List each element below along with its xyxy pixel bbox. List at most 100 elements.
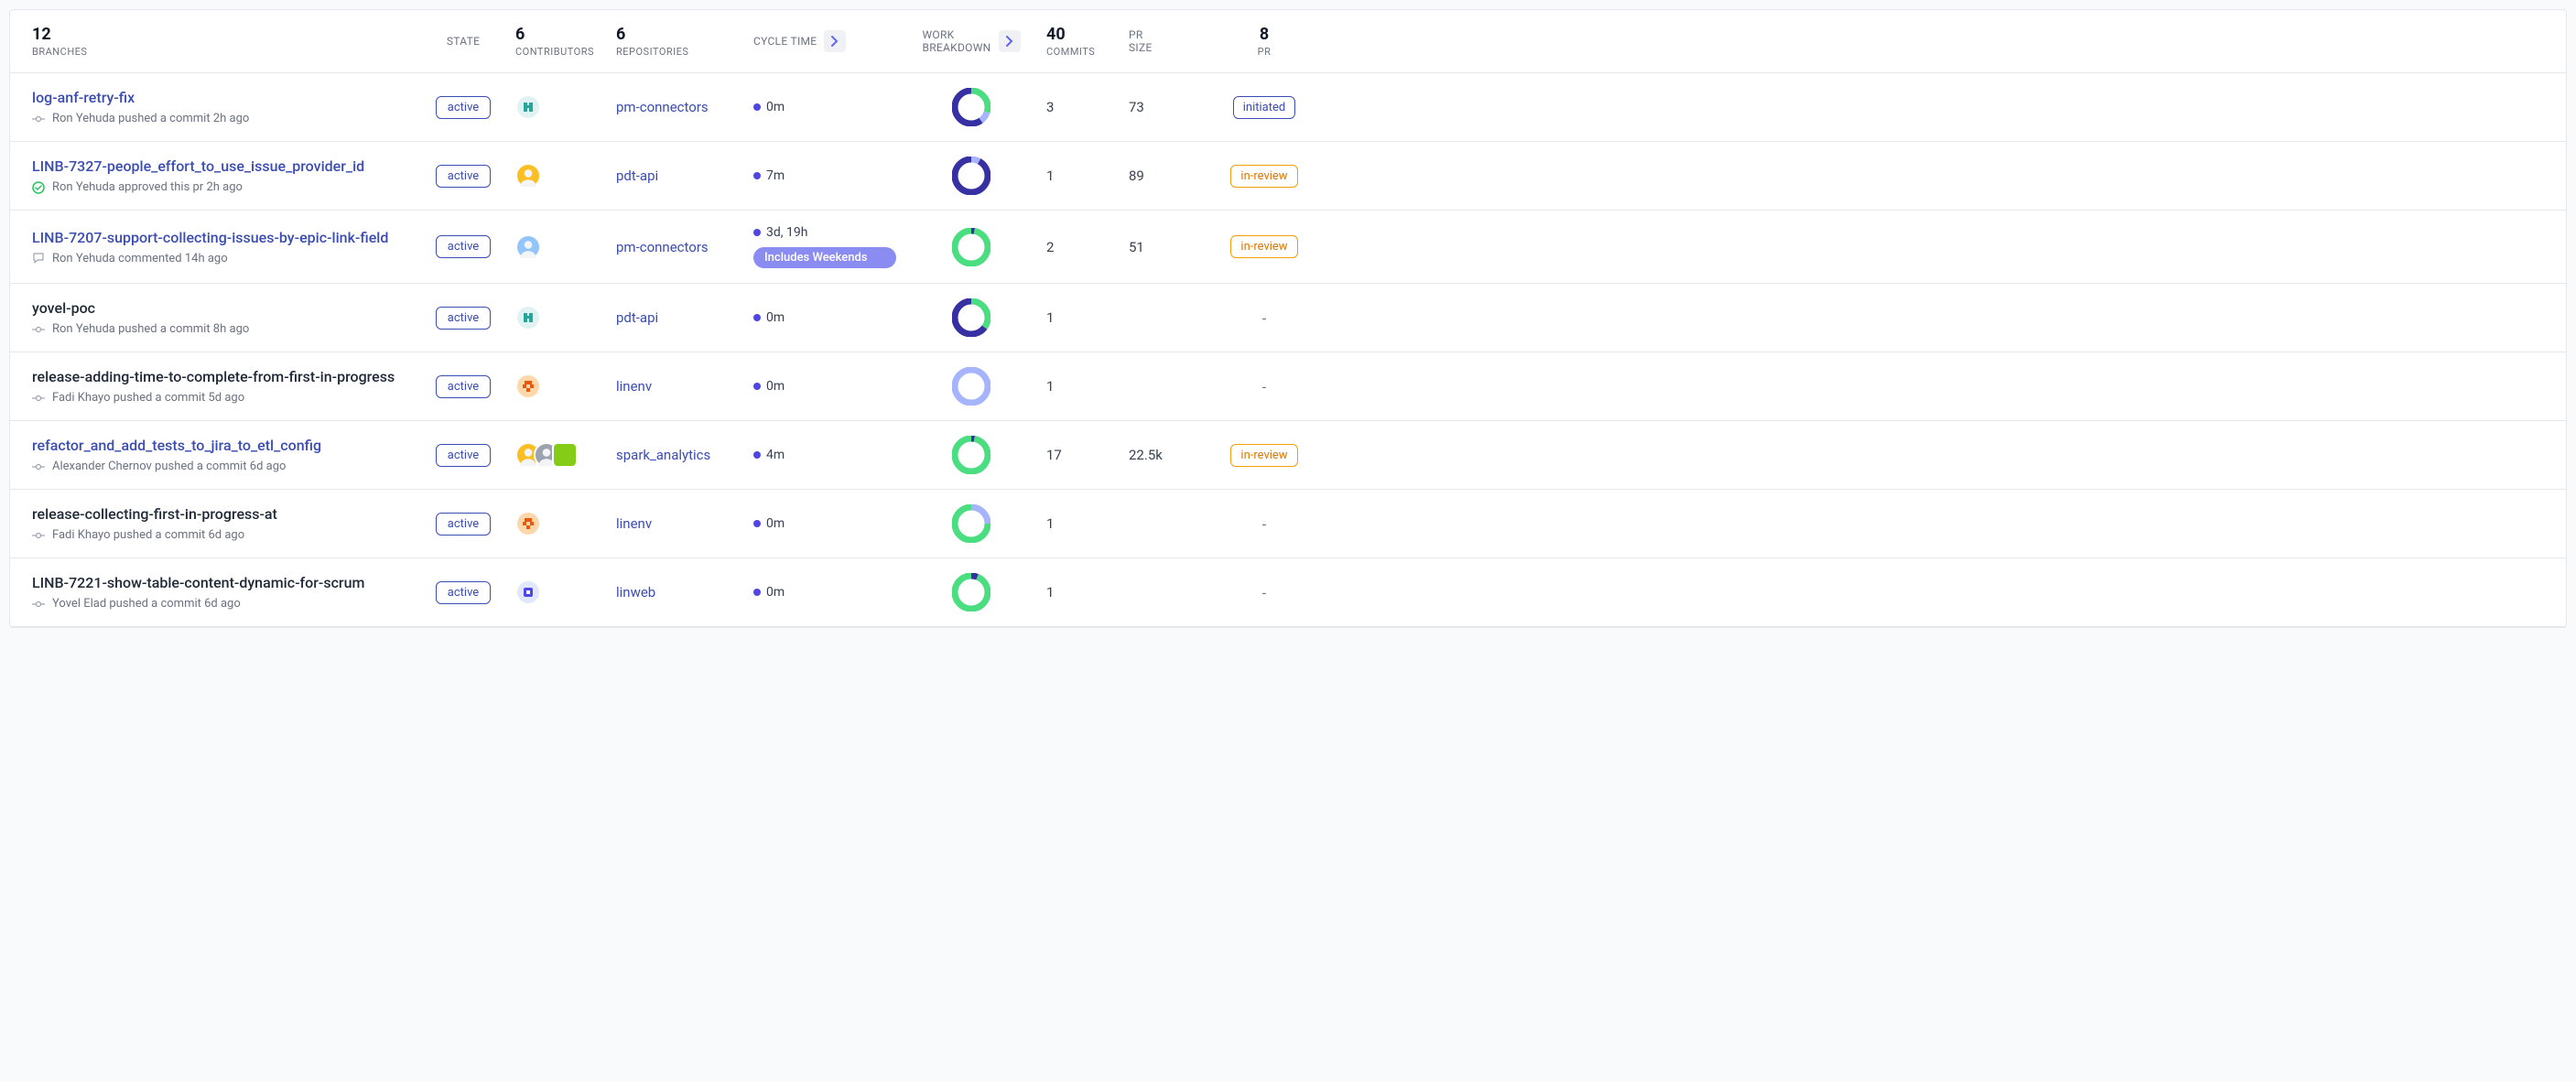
repo-link[interactable]: linenv — [616, 378, 731, 395]
status-dot-icon — [753, 314, 761, 321]
table-row: refactor_and_add_tests_to_jira_to_etl_co… — [10, 421, 2566, 490]
branch-activity: Ron Yehuda pushed a commit 8h ago — [32, 322, 411, 336]
commits-value: 1 — [1046, 378, 1107, 395]
work-breakdown-chart[interactable] — [907, 352, 1035, 420]
contributor-avatars[interactable] — [515, 511, 594, 536]
pr-status-badge[interactable]: initiated — [1233, 96, 1295, 119]
branch-name[interactable]: log-anf-retry-fix — [32, 89, 411, 106]
contributor-avatars[interactable] — [515, 163, 594, 189]
header-work-breakdown[interactable]: WORK BREAKDOWN — [907, 14, 1035, 69]
pr-status-badge[interactable]: in-review — [1230, 444, 1297, 467]
work-breakdown-chart[interactable] — [907, 421, 1035, 489]
cycle-time: 0m — [753, 100, 896, 114]
branch-name[interactable]: LINB-7327-people_effort_to_use_issue_pro… — [32, 157, 411, 175]
branch-activity: Ron Yehuda pushed a commit 2h ago — [32, 112, 411, 125]
pr-status-empty: - — [1262, 378, 1266, 395]
activity-text: Yovel Elad pushed a commit 6d ago — [52, 597, 241, 611]
branch-name[interactable]: release-adding-time-to-complete-from-fir… — [32, 368, 411, 385]
table-row: LINB-7207-support-collecting-issues-by-e… — [10, 211, 2566, 284]
repo-link[interactable]: pm-connectors — [616, 239, 731, 255]
cycle-time: 0m — [753, 379, 896, 394]
work-breakdown-chart[interactable] — [907, 73, 1035, 141]
pr-status-empty: - — [1262, 309, 1266, 327]
work-breakdown-chart[interactable] — [907, 284, 1035, 352]
work-breakdown-chart[interactable] — [907, 490, 1035, 557]
cycle-time: 0m — [753, 516, 896, 531]
commit-icon — [32, 529, 45, 542]
branch-name[interactable]: refactor_and_add_tests_to_jira_to_etl_co… — [32, 437, 411, 454]
state-badge[interactable]: active — [436, 513, 491, 536]
work-breakdown-chart[interactable] — [907, 142, 1035, 210]
activity-text: Ron Yehuda approved this pr 2h ago — [52, 180, 243, 194]
commits-value: 17 — [1046, 447, 1107, 463]
contributor-avatars[interactable] — [515, 234, 594, 260]
state-badge[interactable]: active — [436, 96, 491, 119]
chevron-right-icon[interactable] — [824, 30, 846, 52]
table-row: yovel-poc Ron Yehuda pushed a commit 8h … — [10, 284, 2566, 352]
pr-status-empty: - — [1262, 584, 1266, 601]
status-dot-icon — [753, 383, 761, 390]
state-badge[interactable]: active — [436, 165, 491, 188]
commits-value: 3 — [1046, 99, 1107, 115]
branch-activity: Ron Yehuda commented 14h ago — [32, 252, 411, 265]
commit-icon — [32, 113, 45, 125]
contributor-avatars[interactable] — [515, 94, 594, 120]
header-commits[interactable]: 40 COMMITS — [1035, 10, 1118, 72]
branch-name[interactable]: release-collecting-first-in-progress-at — [32, 505, 411, 523]
state-badge[interactable]: active — [436, 235, 491, 258]
activity-text: Ron Yehuda commented 14h ago — [52, 252, 228, 265]
repo-link[interactable]: pdt-api — [616, 309, 731, 326]
header-pr-size[interactable]: PR SIZE — [1118, 14, 1218, 69]
branch-name[interactable]: LINB-7207-support-collecting-issues-by-e… — [32, 229, 411, 246]
contributor-avatars[interactable] — [515, 442, 594, 468]
status-dot-icon — [753, 229, 761, 236]
state-badge[interactable]: active — [436, 375, 491, 398]
pr-status-badge[interactable]: in-review — [1230, 165, 1297, 188]
repo-link[interactable]: pm-connectors — [616, 99, 731, 115]
pr-size-value: 89 — [1129, 168, 1207, 184]
branch-activity: Fadi Khayo pushed a commit 6d ago — [32, 528, 411, 542]
activity-text: Fadi Khayo pushed a commit 6d ago — [52, 528, 244, 542]
work-breakdown-chart[interactable] — [907, 558, 1035, 626]
status-dot-icon — [753, 103, 761, 111]
commit-icon — [32, 392, 45, 405]
chevron-right-icon[interactable] — [999, 30, 1021, 52]
branch-name[interactable]: LINB-7221-show-table-content-dynamic-for… — [32, 574, 411, 591]
branch-activity: Fadi Khayo pushed a commit 5d ago — [32, 391, 411, 405]
work-breakdown-chart[interactable] — [907, 213, 1035, 281]
state-badge[interactable]: active — [436, 307, 491, 330]
activity-text: Alexander Chernov pushed a commit 6d ago — [52, 460, 286, 473]
commit-icon — [32, 460, 45, 473]
state-badge[interactable]: active — [436, 444, 491, 467]
contributor-avatars[interactable] — [515, 579, 594, 605]
pr-status-empty: - — [1262, 515, 1266, 533]
header-state[interactable]: STATE — [422, 20, 504, 62]
repo-link[interactable]: linweb — [616, 584, 731, 601]
cycle-time: 3d, 19h — [753, 225, 896, 240]
pr-size-value: 73 — [1129, 99, 1207, 115]
commit-icon — [32, 598, 45, 611]
contributor-avatars[interactable] — [515, 373, 594, 399]
repo-link[interactable]: pdt-api — [616, 168, 731, 184]
branch-name[interactable]: yovel-poc — [32, 299, 411, 317]
contributor-avatars[interactable] — [515, 305, 594, 330]
header-repositories[interactable]: 6 REPOSITORIES — [605, 10, 742, 72]
table-row: LINB-7221-show-table-content-dynamic-for… — [10, 558, 2566, 627]
comment-icon — [32, 252, 45, 265]
branches-table: 12 BRANCHES STATE 6 CONTRIBUTORS 6 REPOS… — [9, 9, 2567, 628]
header-contributors[interactable]: 6 CONTRIBUTORS — [504, 10, 605, 72]
repositories-count: 6 — [616, 25, 731, 44]
header-cycle-time[interactable]: CYCLE TIME — [742, 16, 907, 67]
activity-text: Ron Yehuda pushed a commit 8h ago — [52, 322, 249, 336]
table-row: log-anf-retry-fix Ron Yehuda pushed a co… — [10, 73, 2566, 142]
repo-link[interactable]: linenv — [616, 515, 731, 532]
contributors-count: 6 — [515, 25, 594, 44]
state-badge[interactable]: active — [436, 581, 491, 604]
pr-status-badge[interactable]: in-review — [1230, 235, 1297, 258]
status-dot-icon — [753, 451, 761, 459]
header-pr[interactable]: 8 PR — [1218, 10, 1310, 72]
cycle-time: 4m — [753, 448, 896, 462]
repo-link[interactable]: spark_analytics — [616, 447, 731, 463]
header-branches[interactable]: 12 BRANCHES — [10, 10, 422, 72]
weekend-badge: Includes Weekends — [753, 247, 896, 268]
